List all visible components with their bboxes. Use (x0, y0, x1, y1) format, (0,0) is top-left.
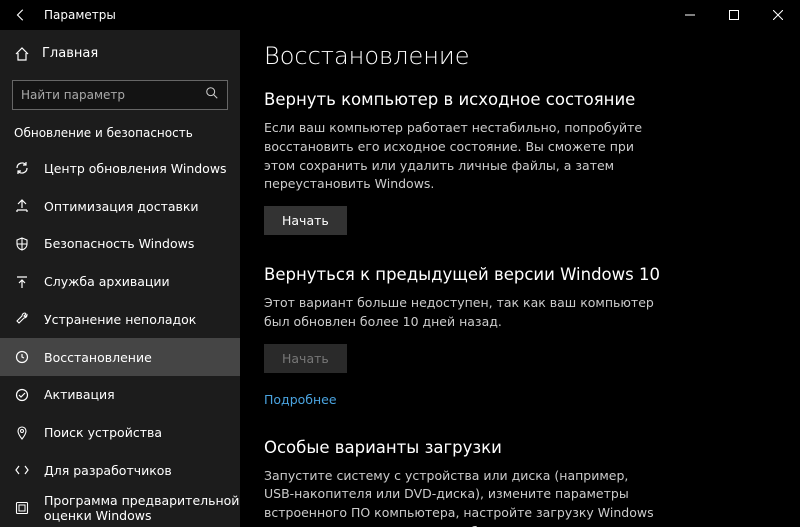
sidebar: Главная Обновление и безопасность Центр … (0, 30, 240, 527)
sidebar-item-label: Восстановление (44, 350, 240, 365)
sidebar-item-label: Устранение неполадок (44, 312, 240, 327)
minimize-button[interactable] (668, 0, 712, 30)
section-description: Этот вариант больше недоступен, так как … (264, 294, 654, 332)
section-previous-version: Вернуться к предыдущей версии Windows 10… (264, 265, 776, 408)
learn-more-link[interactable]: Подробнее (264, 392, 337, 407)
sidebar-item-label: Безопасность Windows (44, 236, 240, 251)
delivery-icon (14, 198, 30, 214)
window-title: Параметры (36, 8, 116, 22)
section-title: Вернуться к предыдущей версии Windows 10 (264, 265, 776, 284)
section-advanced-startup: Особые варианты загрузки Запустите систе… (264, 438, 776, 527)
backup-icon (14, 274, 30, 290)
search-icon (205, 85, 219, 104)
sidebar-item-find-device[interactable]: Поиск устройства (0, 414, 240, 452)
section-title: Вернуть компьютер в исходное состояние (264, 90, 776, 109)
sidebar-item-label: Центр обновления Windows (44, 161, 240, 176)
sidebar-item-label: Служба архивации (44, 274, 240, 289)
code-icon (14, 462, 30, 478)
sidebar-item-insider[interactable]: Программа предварительной оценки Windows (0, 489, 240, 527)
sidebar-item-backup[interactable]: Служба архивации (0, 263, 240, 301)
sync-icon (14, 160, 30, 176)
home-label: Главная (42, 46, 98, 61)
previous-start-button: Начать (264, 344, 347, 373)
page-title: Восстановление (264, 42, 776, 70)
search-box[interactable] (12, 80, 228, 110)
sidebar-item-label: Программа предварительной оценки Windows (44, 493, 240, 523)
sidebar-item-developers[interactable]: Для разработчиков (0, 452, 240, 490)
wrench-icon (14, 311, 30, 327)
close-button[interactable] (756, 0, 800, 30)
reset-start-button[interactable]: Начать (264, 206, 347, 235)
shield-icon (14, 236, 30, 252)
sidebar-item-label: Поиск устройства (44, 425, 240, 440)
search-input[interactable] (21, 88, 205, 102)
section-reset-pc: Вернуть компьютер в исходное состояние Е… (264, 90, 776, 235)
section-title: Особые варианты загрузки (264, 438, 776, 457)
back-button[interactable] (6, 0, 36, 30)
sidebar-item-windows-security[interactable]: Безопасность Windows (0, 225, 240, 263)
home-icon (14, 46, 30, 62)
home-link[interactable]: Главная (0, 36, 240, 72)
content-area: Восстановление Вернуть компьютер в исход… (240, 30, 800, 527)
sidebar-section-header: Обновление и безопасность (0, 122, 240, 150)
insider-icon (14, 500, 30, 516)
sidebar-item-label: Для разработчиков (44, 463, 240, 478)
sidebar-item-recovery[interactable]: Восстановление (0, 338, 240, 376)
section-description: Если ваш компьютер работает нестабильно,… (264, 119, 654, 194)
section-description: Запустите систему с устройства или диска… (264, 467, 654, 527)
sidebar-item-troubleshoot[interactable]: Устранение неполадок (0, 301, 240, 339)
recovery-icon (14, 349, 30, 365)
sidebar-item-delivery-optimization[interactable]: Оптимизация доставки (0, 187, 240, 225)
sidebar-item-activation[interactable]: Активация (0, 376, 240, 414)
sidebar-item-label: Активация (44, 387, 240, 402)
location-icon (14, 425, 30, 441)
maximize-button[interactable] (712, 0, 756, 30)
key-icon (14, 387, 30, 403)
sidebar-item-label: Оптимизация доставки (44, 199, 240, 214)
sidebar-item-windows-update[interactable]: Центр обновления Windows (0, 150, 240, 188)
title-bar: Параметры (0, 0, 800, 30)
